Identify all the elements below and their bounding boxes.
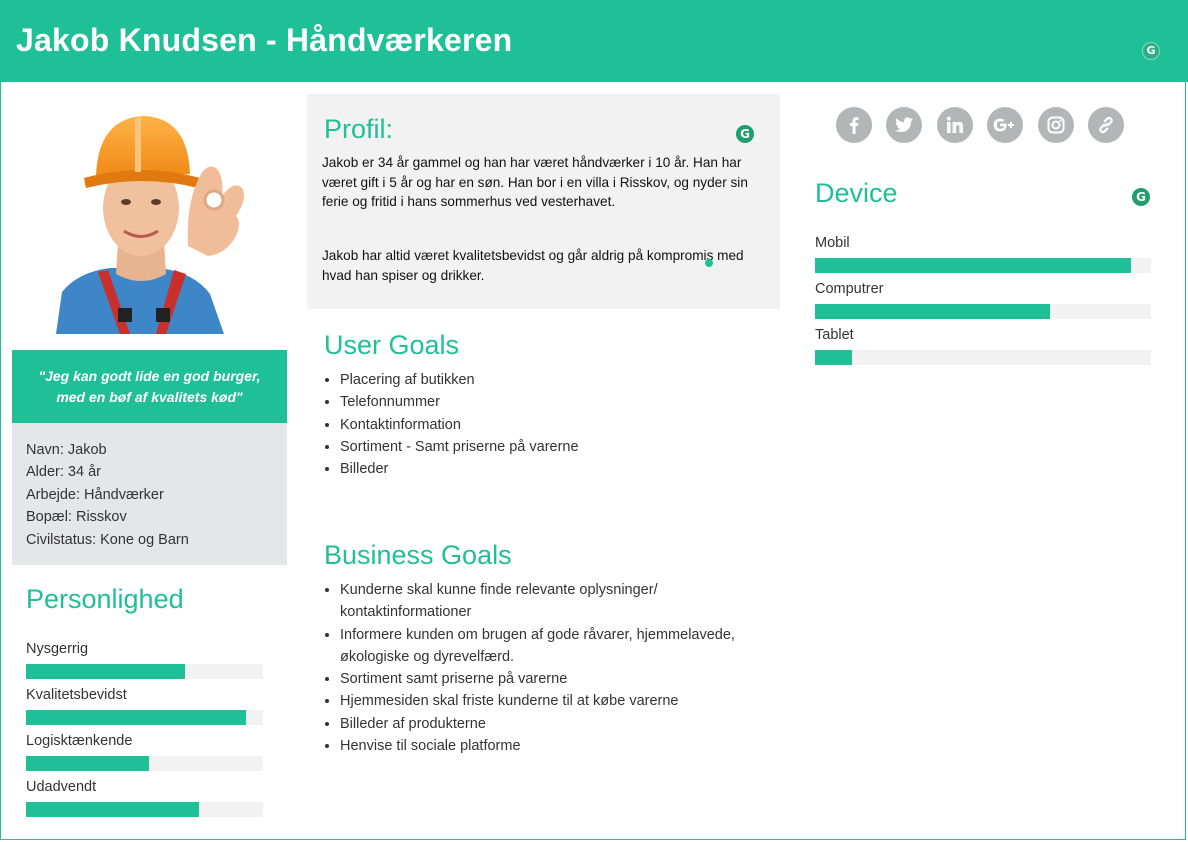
trait-bar: [26, 710, 263, 725]
trait-bar-fill: [26, 710, 247, 725]
persona-quote: "Jeg kan godt lide en god burger, med en…: [12, 350, 287, 423]
list-item: Informere kunden om brugen af gode råvar…: [340, 624, 780, 669]
business-goals-title: Business Goals: [324, 540, 512, 570]
list-item: Kontaktinformation: [340, 414, 760, 436]
list-item: Telefonnummer: [340, 391, 760, 413]
trait-bar: [26, 664, 263, 679]
cursor-dot: [705, 259, 713, 267]
trait-bar-fill: [26, 756, 150, 771]
info-job: Arbejde: Håndværker: [26, 486, 164, 503]
info-age: Alder: 34 år: [26, 464, 101, 481]
trait-label: Logisktænkende: [26, 733, 133, 749]
header-banner: Jakob Knudsen - Håndværkeren G: [0, 0, 1188, 82]
list-item: Hjemmesiden skal friste kunderne til at …: [340, 690, 780, 712]
list-item: Kunderne skal kunne finde relevante oply…: [340, 579, 780, 624]
list-item: Sortiment - Samt priserne på varerne: [340, 436, 760, 458]
device-bar-fill: [815, 258, 1131, 273]
facebook-icon[interactable]: [836, 107, 872, 143]
profile-paragraph: Jakob har altid været kvalitetsbevidst o…: [322, 248, 744, 283]
grammarly-icon[interactable]: G: [1142, 42, 1160, 60]
device-bar-fill: [815, 304, 1051, 319]
device-title: Device: [815, 178, 898, 208]
instagram-icon[interactable]: [1038, 107, 1074, 143]
business-goals-list: Kunderne skal kunne finde relevante oply…: [322, 579, 780, 757]
grammarly-icon[interactable]: G: [736, 125, 754, 143]
trait-label: Kvalitetsbevidst: [26, 687, 127, 703]
trait-label: Udadvendt: [26, 779, 97, 795]
list-item: Billeder: [340, 458, 760, 480]
device-bar-fill: [815, 350, 852, 365]
device-label: Computrer: [815, 281, 884, 297]
info-marital-status: Civilstatus: Kone og Barn: [26, 531, 189, 548]
profile-title: Profil:: [324, 114, 394, 144]
list-item: Sortiment samt priserne på varerne: [340, 668, 780, 690]
device-bar: [815, 258, 1151, 273]
trait-bar: [26, 756, 263, 771]
list-item: Placering af butikken: [340, 369, 760, 391]
persona-info-panel: Navn: Jakob Alder: 34 år Arbejde: Håndvæ…: [12, 423, 287, 565]
device-bar: [815, 350, 1151, 365]
personality-title: Personlighed: [26, 584, 184, 614]
trait-bar: [26, 802, 263, 817]
device-label: Mobil: [815, 235, 850, 251]
info-name: Navn: Jakob: [26, 442, 107, 458]
list-item: Henvise til sociale platforme: [340, 735, 780, 757]
trait-label: Nysgerrig: [26, 641, 89, 657]
device-label: Tablet: [815, 327, 854, 343]
device-bar: [815, 304, 1151, 319]
user-goals-list: Placering af butikken Telefonnummer Kont…: [322, 369, 760, 480]
profile-paragraph: Jakob er 34 år gammel og han har været h…: [322, 155, 748, 209]
link-icon[interactable]: [1088, 107, 1124, 143]
list-item: Billeder af produkterne: [340, 713, 780, 735]
info-residence: Bopæl: Risskov: [26, 509, 127, 526]
page-title: Jakob Knudsen - Håndværkeren: [16, 22, 513, 58]
twitter-icon[interactable]: [886, 107, 922, 143]
persona-photo: [56, 116, 244, 334]
user-goals-title: User Goals: [324, 330, 460, 360]
linkedin-icon[interactable]: [937, 107, 973, 143]
google-plus-icon[interactable]: [987, 107, 1023, 143]
grammarly-icon[interactable]: G: [1132, 188, 1150, 206]
trait-bar-fill: [26, 664, 185, 679]
trait-bar-fill: [26, 802, 199, 817]
